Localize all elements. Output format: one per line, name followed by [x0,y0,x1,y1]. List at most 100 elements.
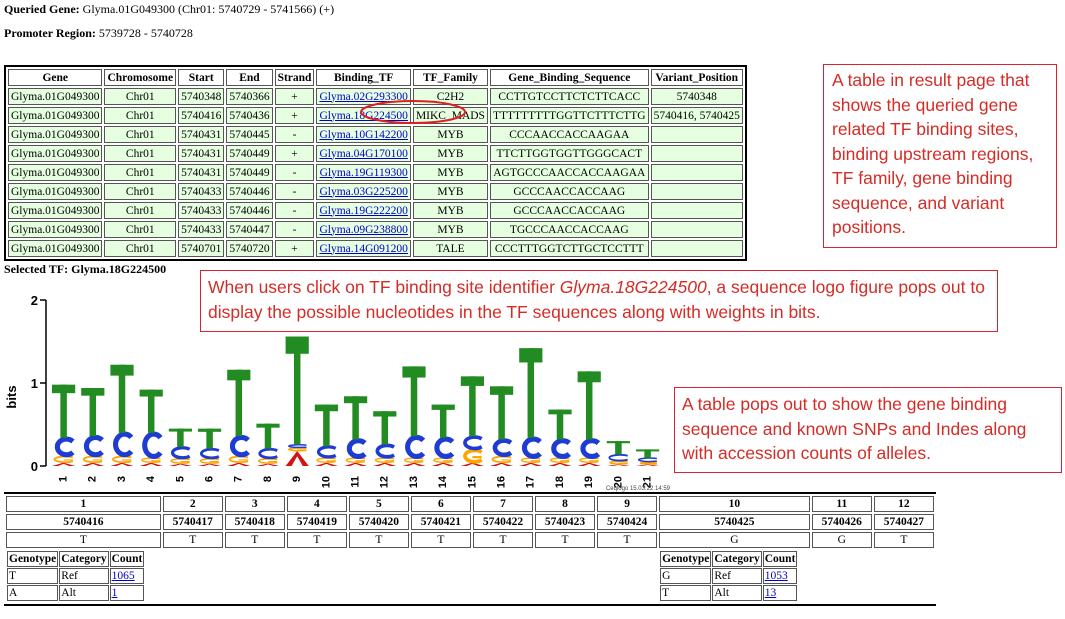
tf-table-cell[interactable]: Glyma.19G119300 [316,164,411,181]
allele-count-table: Genotype Category Count T Ref 1065 A Alt 1 [6,550,145,602]
tf-table-cell: MYB [412,126,488,143]
tf-table-cell[interactable]: Glyma.18G224500 [316,107,411,124]
allele-cell[interactable]: 1053 [762,568,798,584]
allele-cell[interactable]: 1 [109,585,145,601]
tf-cell-value: Chr01 [125,242,155,255]
allele-header-cell: Genotype [660,551,712,567]
logo-x-tick-label: 16 [496,476,508,488]
tf-cell-value: Chr01 [125,90,155,103]
tf-table-cell[interactable]: Glyma.04G170100 [316,145,411,162]
tf-table-cell: 5740436 [226,107,273,124]
logo-letter-t [402,366,426,437]
tf-table-cell: Chr01 [104,164,177,181]
selected-tf-value: Glyma.18G224500 [71,262,167,276]
tf-cell-value: Chr01 [125,128,155,141]
allele-count-link[interactable]: 1065 [112,570,135,582]
binding-tf-link[interactable]: Glyma.04G170100 [319,148,407,160]
tf-col-header: Start [178,69,225,86]
tf-col-header: Chromosome [104,69,177,86]
logo-letter-c [492,438,513,458]
tf-table-cell[interactable]: Glyma.14G091200 [316,240,411,257]
annotation-note-table-text: A table in result page that shows the qu… [832,70,1034,237]
allele-row: T Ref 1065 [7,568,145,584]
tf-table-cell[interactable]: Glyma.10G142200 [316,126,411,143]
tf-table-cell: 5740416 [178,107,225,124]
tf-table-row: Glyma.01G049300 Chr01 5740431 5740445 - Glyma… [8,126,743,143]
tf-cell-value: Chr01 [125,185,155,198]
binding-tf-link[interactable]: Glyma.03G225200 [319,186,407,198]
allele-cell-value: T [662,587,670,599]
snp-base-row: TTTTTTTTTGGT [6,532,934,548]
snp-index-row: 1 2 3 4 5 6 7 8 9 10 11 12 [6,496,934,512]
logo-letter-c [54,436,75,458]
logo-x-tick-label: 14 [437,475,449,488]
logo-x-tick-label: 3 [116,476,128,482]
tf-table-cell: CCCTTTGGTCTTGCTCCTTT [489,240,649,257]
allele-cell: Ref [712,568,762,584]
tf-cell-value: 5740436 [229,109,270,122]
logo-letter-c [113,431,134,458]
logo-letter-a [402,462,426,466]
binding-tf-link[interactable]: Glyma.10G142200 [319,129,407,141]
logo-letter-g [579,457,599,464]
tf-table-cell: Glyma.01G049300 [8,183,103,200]
allele-cell[interactable]: 1065 [109,568,145,584]
logo-letter-t [490,386,514,440]
allele-cell[interactable]: 13 [762,585,798,601]
tf-table-cell: 5740720 [226,240,273,257]
binding-tf-link[interactable]: Glyma.02G293300 [319,91,407,103]
logo-letter-c [316,445,337,459]
tf-table-cell: MYB [412,183,488,200]
binding-tf-link[interactable]: Glyma.19G119300 [320,167,408,179]
tf-table-cell: 5740348 [178,88,225,105]
logo-letter-g [170,458,190,464]
tf-table-cell: Glyma.01G049300 [8,240,103,257]
tf-cell-value: 5740449 [229,166,270,179]
promoter-region-value: 5739728 - 5740728 [98,26,193,40]
tf-table-cell: - [274,126,315,143]
tf-table-cell[interactable]: Glyma.19G222200 [316,202,411,219]
logo-x-tick-label: 8 [262,476,274,482]
allele-header-cell: Genotype [7,551,59,567]
logo-letter-g [374,457,395,464]
logo-letter-t [52,384,76,438]
tf-cell-value: + [291,109,298,122]
tf-cell-value: 5740445 [229,128,270,141]
allele-cell-value: Alt [61,587,76,599]
promoter-region-label: Promoter Region: [4,26,96,40]
snp-allele-cell [874,550,934,602]
logo-letter-a [344,462,368,466]
tf-table-cell [650,145,743,162]
logo-letter-a [431,462,455,466]
logo-letter-c [229,434,250,458]
allele-count-link[interactable]: 1 [112,587,118,599]
tf-table-cell[interactable]: Glyma.09G238800 [316,221,411,238]
tf-table-cell: 5740431 [178,164,225,181]
tf-table-cell: Chr01 [104,145,177,162]
tf-cell-value: 5740446 [229,204,270,217]
tf-cell-value: MIKC_MADS [415,109,485,122]
allele-count-link[interactable]: 13 [765,587,777,599]
tf-col-header: Strand [274,69,315,86]
tf-cell-value: 5740431 [181,147,222,160]
logo-letter-g [433,457,453,464]
tf-cell-value: Glyma.01G049300 [11,204,100,217]
tf-table-header-row: Gene Chromosome Start End Strand Binding_TF TF… [8,69,743,86]
tf-table-cell: Glyma.01G049300 [8,164,103,181]
binding-tf-link[interactable]: Glyma.19G222200 [319,205,407,217]
tf-table-cell: 5740701 [178,240,225,257]
tf-table-row: Glyma.01G049300 Chr01 5740433 5740447 - Glyma… [8,221,743,238]
tf-table-cell: TGCCCAACCACCAAG [489,221,649,238]
tf-cell-value: 5740446 [229,185,270,198]
binding-tf-link[interactable]: Glyma.18G224500 [319,110,407,122]
allele-count-link[interactable]: 1053 [765,570,788,582]
tf-cell-value: 5740433 [181,204,222,217]
tf-table-cell: CCCAACCACCAAGAA [489,126,649,143]
tf-table-cell[interactable]: Glyma.03G225200 [316,183,411,200]
binding-tf-link[interactable]: Glyma.09G238800 [319,224,407,236]
logo-y-label: bits [4,385,19,408]
tf-cell-value: CCCAACCACCAAGAA [509,128,630,141]
tf-table-cell: GCCCAACCACCAAG [489,202,649,219]
binding-tf-link[interactable]: Glyma.14G091200 [319,243,407,255]
tf-table-cell[interactable]: Glyma.02G293300 [316,88,411,105]
